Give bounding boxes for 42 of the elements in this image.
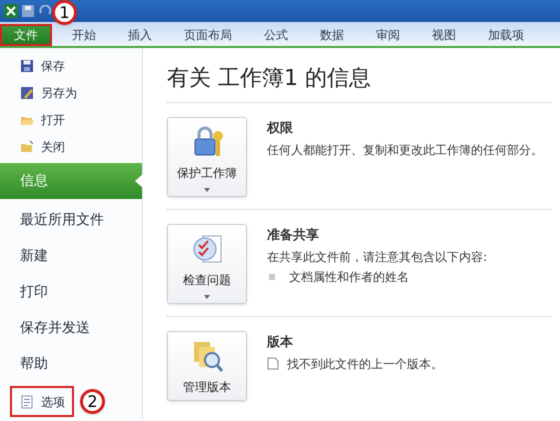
sidebar-item[interactable]: 保存 [0,52,142,79]
description-text: 在共享此文件前，请注意其包含以下内容: [267,248,488,266]
page-title: 有关 工作簿1 的信息 [167,64,552,103]
document-icon [267,357,279,370]
sidebar-item[interactable]: 最近所用文件 [0,202,142,238]
sidebar-item[interactable]: 打印 [0,274,142,310]
section-heading: 版本 [267,334,294,352]
sidebar-item[interactable]: 帮助 [0,346,142,382]
undo-icon[interactable] [38,5,52,17]
feature-button[interactable]: 管理版本 [167,331,247,401]
dropdown-arrow-icon [204,188,210,192]
sidebar-item[interactable]: 关闭 [0,133,142,160]
ribbon-tab[interactable]: 审阅 [364,24,412,46]
sidebar-item[interactable]: 打开 [0,106,142,133]
section-heading: 权限 [267,120,294,138]
checklist-document-icon [191,233,223,265]
ribbon-tab[interactable]: 开始 [52,24,108,46]
sidebar-item[interactable]: 选项 [12,388,72,415]
sidebar-item[interactable]: 新建 [0,238,142,274]
description-text: 找不到此文件的上一个版本。 [287,356,443,372]
floppy-pen-icon [20,86,34,100]
ribbon-tab[interactable]: 插入 [116,24,164,46]
section-heading: 准备共享 [267,226,320,245]
sidebar-item[interactable]: 另存为 [0,79,142,106]
feature-button[interactable]: 保护工作簿 [167,117,247,197]
folder-icon [20,140,34,154]
ribbon-tab[interactable]: 加载项 [476,24,536,46]
save-icon[interactable] [22,5,34,17]
ribbon-tab[interactable]: 公式 [252,24,300,46]
sidebar-item[interactable]: 保存并发送 [0,310,142,346]
bullet-icon [269,274,275,280]
spreadsheet-logo-icon[interactable] [4,4,18,18]
ribbon-tab[interactable]: 页面布局 [172,24,244,46]
document-icon [20,394,34,408]
ribbon-tab[interactable]: 数据 [308,24,356,46]
file-tab[interactable]: 文件 [0,24,52,46]
dropdown-arrow-icon [204,295,210,299]
description-text: 文档属性和作者的姓名 [289,268,409,286]
description-text: 任何人都能打开、复制和更改此工作簿的任何部分。 [267,142,543,158]
ribbon-tab[interactable]: 视图 [420,24,468,46]
folders-magnifier-icon [191,340,223,372]
feature-button[interactable]: 检查问题 [167,224,247,304]
